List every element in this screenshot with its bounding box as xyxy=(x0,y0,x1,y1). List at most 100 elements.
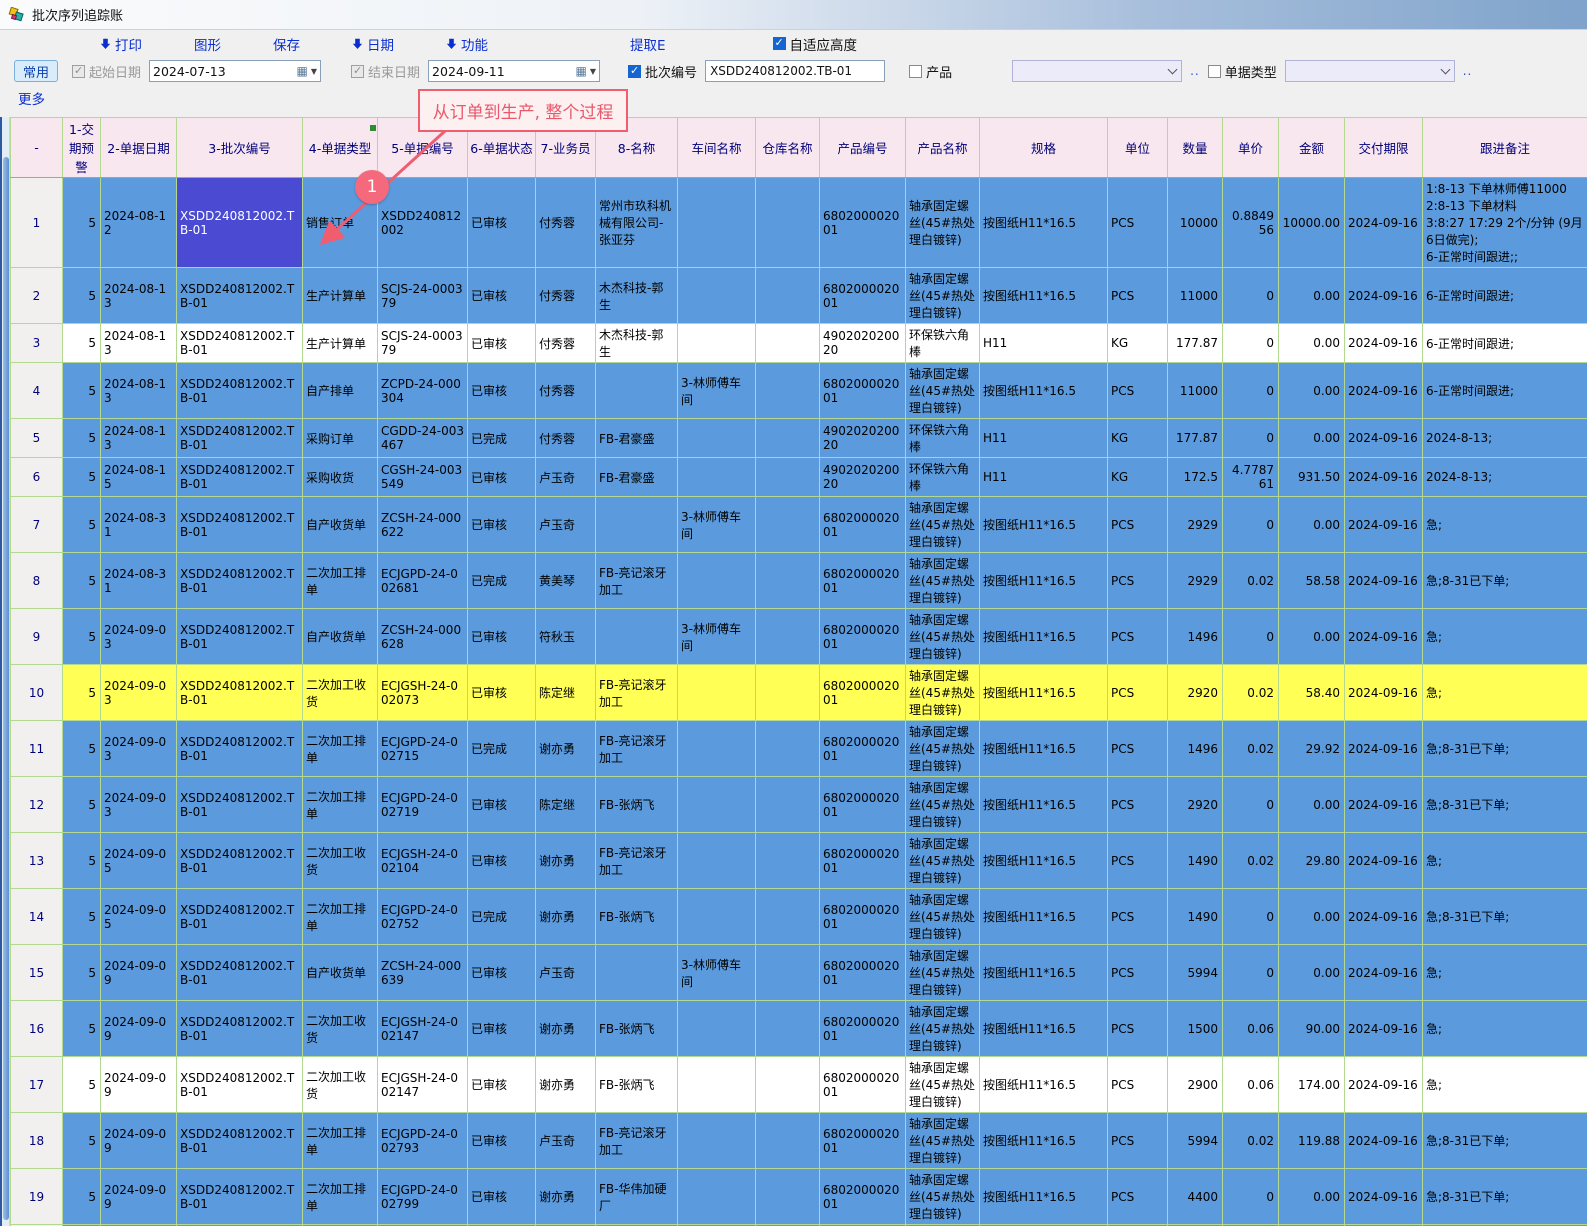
table-cell[interactable]: 2024-09-03 xyxy=(101,721,177,777)
row-number-cell[interactable]: 9 xyxy=(11,609,63,665)
left-scroll-rail[interactable] xyxy=(0,117,10,1226)
table-cell[interactable]: 2024-09-16 xyxy=(1345,609,1423,665)
row-number-cell[interactable]: 4 xyxy=(11,363,63,419)
table-cell[interactable]: 1490 xyxy=(1168,833,1223,889)
end-date-input[interactable]: 2024-09-11 ▦ ▼ xyxy=(428,60,600,82)
table-cell[interactable]: 二次加工收货 xyxy=(303,1057,378,1113)
column-header[interactable]: 2-单据日期 xyxy=(101,118,177,178)
table-cell[interactable]: FB-亮记滚牙加工 xyxy=(596,553,678,609)
table-cell[interactable]: 轴承固定螺丝(45#热处理白镀锌) xyxy=(906,1113,980,1169)
table-cell[interactable]: 2024-09-09 xyxy=(101,1001,177,1057)
table-cell[interactable]: 0.884956 xyxy=(1223,178,1279,268)
product-checkbox[interactable] xyxy=(909,65,922,78)
table-cell[interactable]: ZCSH-24-000622 xyxy=(378,497,468,553)
table-cell[interactable]: 二次加工排单 xyxy=(303,1169,378,1225)
doc-type-checkbox[interactable] xyxy=(1208,65,1221,78)
table-cell[interactable]: 按图纸H11*16.5 xyxy=(980,721,1108,777)
row-number-cell[interactable]: 8 xyxy=(11,553,63,609)
table-cell[interactable]: XSDD240812002.TB-01 xyxy=(177,1001,303,1057)
table-cell[interactable]: ECJGSH-24-002073 xyxy=(378,665,468,721)
table-cell[interactable]: 2024-09-16 xyxy=(1345,945,1423,1001)
table-row[interactable]: 1552024-09-09XSDD240812002.TB-01自产收货单ZCS… xyxy=(11,945,1587,1001)
table-cell[interactable]: 1490 xyxy=(1168,889,1223,945)
table-cell[interactable]: 环保铁六角棒 xyxy=(906,419,980,458)
table-cell[interactable]: 采购订单 xyxy=(303,419,378,458)
table-cell[interactable]: PCS xyxy=(1108,777,1168,833)
table-cell[interactable]: XSDD240812002.TB-01 xyxy=(177,268,303,324)
table-cell[interactable]: 0 xyxy=(1223,363,1279,419)
table-cell[interactable]: 急; xyxy=(1423,1057,1587,1113)
table-cell[interactable]: XSDD240812002.TB-01 xyxy=(177,777,303,833)
table-row[interactable]: 952024-09-03XSDD240812002.TB-01自产收货单ZCSH… xyxy=(11,609,1587,665)
table-row[interactable]: 1352024-09-05XSDD240812002.TB-01二次加工收货EC… xyxy=(11,833,1587,889)
table-cell[interactable] xyxy=(756,609,820,665)
table-cell[interactable]: 0.00 xyxy=(1279,497,1345,553)
table-row[interactable]: 452024-08-13XSDD240812002.TB-01自产排单ZCPD-… xyxy=(11,363,1587,419)
table-cell[interactable]: 已完成 xyxy=(468,553,536,609)
table-cell[interactable]: 急;8-31已下单; xyxy=(1423,1113,1587,1169)
table-row[interactable]: 852024-08-31XSDD240812002.TB-01二次加工排单ECJ… xyxy=(11,553,1587,609)
table-cell[interactable]: 2024-08-13 xyxy=(101,419,177,458)
table-cell[interactable]: 急;8-31已下单; xyxy=(1423,721,1587,777)
table-cell[interactable]: 2024-09-16 xyxy=(1345,1001,1423,1057)
table-cell[interactable]: 680200002001 xyxy=(820,363,906,419)
table-cell[interactable]: H11 xyxy=(980,458,1108,497)
table-cell[interactable]: 付秀蓉 xyxy=(536,268,596,324)
table-cell[interactable]: 931.50 xyxy=(1279,458,1345,497)
table-cell[interactable]: 2900 xyxy=(1168,1057,1223,1113)
row-number-cell[interactable]: 3 xyxy=(11,324,63,363)
table-cell[interactable]: 按图纸H11*16.5 xyxy=(980,268,1108,324)
row-number-cell[interactable]: 1 xyxy=(11,178,63,268)
end-date-toggle[interactable]: 结束日期 xyxy=(351,62,420,81)
table-cell[interactable] xyxy=(756,833,820,889)
product-toggle[interactable]: 产品 xyxy=(909,62,952,81)
table-row[interactable]: 1052024-09-03XSDD240812002.TB-01二次加工收货EC… xyxy=(11,665,1587,721)
table-cell[interactable]: 已审核 xyxy=(468,945,536,1001)
table-cell[interactable]: 680200002001 xyxy=(820,553,906,609)
table-cell[interactable]: 5 xyxy=(63,721,101,777)
table-cell[interactable]: 2024-09-09 xyxy=(101,1169,177,1225)
table-cell[interactable]: 58.40 xyxy=(1279,665,1345,721)
table-cell[interactable]: 5 xyxy=(63,419,101,458)
table-cell[interactable]: 0 xyxy=(1223,268,1279,324)
table-cell[interactable] xyxy=(678,324,756,363)
table-cell[interactable]: 3-林师傅车间 xyxy=(678,497,756,553)
table-cell[interactable]: 谢亦勇 xyxy=(536,1001,596,1057)
table-cell[interactable]: 490202020020 xyxy=(820,419,906,458)
table-cell[interactable]: ZCPD-24-000304 xyxy=(378,363,468,419)
table-cell[interactable]: 5 xyxy=(63,777,101,833)
table-row[interactable]: 652024-08-15XSDD240812002.TB-01采购收货CGSH-… xyxy=(11,458,1587,497)
table-cell[interactable]: 二次加工收货 xyxy=(303,833,378,889)
table-cell[interactable]: 环保铁六角棒 xyxy=(906,458,980,497)
row-number-cell[interactable]: 13 xyxy=(11,833,63,889)
doc-type-combo[interactable] xyxy=(1285,60,1455,82)
table-cell[interactable]: 2024-8-13; xyxy=(1423,458,1587,497)
table-cell[interactable]: PCS xyxy=(1108,363,1168,419)
table-cell[interactable]: XSDD240812002.TB-01 xyxy=(177,553,303,609)
table-cell[interactable]: 急; xyxy=(1423,497,1587,553)
table-cell[interactable]: 已完成 xyxy=(468,889,536,945)
table-cell[interactable]: 5 xyxy=(63,363,101,419)
table-row[interactable]: 552024-08-13XSDD240812002.TB-01采购订单CGDD-… xyxy=(11,419,1587,458)
column-header[interactable]: 规格 xyxy=(980,118,1108,178)
batch-no-toggle[interactable]: 批次编号 xyxy=(628,62,697,81)
table-cell[interactable] xyxy=(678,458,756,497)
table-cell[interactable]: 0.02 xyxy=(1223,833,1279,889)
table-cell[interactable]: 付秀蓉 xyxy=(536,419,596,458)
column-header[interactable]: 产品名称 xyxy=(906,118,980,178)
table-cell[interactable] xyxy=(756,1169,820,1225)
table-cell[interactable]: 5 xyxy=(63,945,101,1001)
table-cell[interactable]: 卢玉奇 xyxy=(536,945,596,1001)
table-cell[interactable]: 自产收货单 xyxy=(303,945,378,1001)
table-cell[interactable]: 二次加工排单 xyxy=(303,889,378,945)
table-cell[interactable]: 已审核 xyxy=(468,833,536,889)
table-cell[interactable]: FB-君豪盛 xyxy=(596,458,678,497)
table-cell[interactable]: ECJGPD-24-002715 xyxy=(378,721,468,777)
table-cell[interactable]: 1:8-13 下单林师傅11000 2:8-13 下单材料 3:8:27 17:… xyxy=(1423,178,1587,268)
table-cell[interactable]: 已完成 xyxy=(468,419,536,458)
table-cell[interactable]: 5 xyxy=(63,178,101,268)
table-cell[interactable]: XSDD240812002.TB-01 xyxy=(177,178,303,268)
table-cell[interactable]: 0 xyxy=(1223,497,1279,553)
table-cell[interactable]: 2929 xyxy=(1168,497,1223,553)
table-cell[interactable]: FB-张炳飞 xyxy=(596,1001,678,1057)
